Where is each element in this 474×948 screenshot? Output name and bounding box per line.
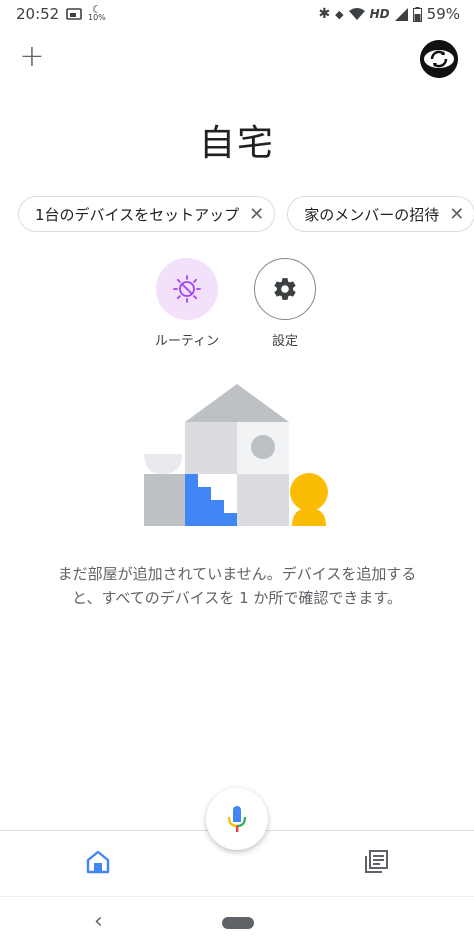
settings-button[interactable]: 設定 <box>240 258 330 349</box>
routine-button[interactable]: ルーティン <box>142 258 232 349</box>
mic-button[interactable] <box>206 788 268 850</box>
settings-label: 設定 <box>271 334 298 349</box>
empty-home-illustration <box>144 384 328 526</box>
wifi-icon <box>348 7 365 20</box>
settings-circle[interactable] <box>254 258 316 320</box>
close-icon[interactable]: ✕ <box>449 204 464 225</box>
system-nav-bar: ‹ <box>0 896 474 948</box>
chip-label: 1台のデバイスをセットアップ <box>35 205 240 224</box>
feed-tab-icon[interactable] <box>362 848 390 876</box>
empty-state-line-2: と、すべてのデバイスを 1 か所で確認できます。 <box>72 589 402 607</box>
close-icon[interactable]: ✕ <box>249 204 264 225</box>
chip-label: 家のメンバーの招待 <box>304 205 440 224</box>
empty-state-line-1: まだ部屋が追加されていません。デバイスを追加する <box>57 565 417 583</box>
data-saver-label: 10% <box>88 13 106 22</box>
empty-state-message: まだ部屋が追加されていません。デバイスを追加する と、すべてのデバイスを 1 か… <box>30 562 444 610</box>
chip-invite-member[interactable]: 家のメンバーの招待 ✕ <box>287 196 474 232</box>
data-saver-icon: ☾ 10% <box>88 3 106 22</box>
status-bar: 20:52 ☾ 10% ✱ ◆ HD 59% <box>0 0 474 30</box>
page-title: 自宅 <box>198 123 275 164</box>
routine-sun-icon <box>173 275 201 303</box>
home-gesture-pill[interactable] <box>222 917 254 929</box>
avatar[interactable] <box>420 40 458 78</box>
screen-cast-icon <box>66 8 82 20</box>
chip-setup-device[interactable]: 1台のデバイスをセットアップ ✕ <box>18 196 276 232</box>
vibrate-icon: ◆ <box>335 7 344 21</box>
home-tab-icon[interactable] <box>84 848 112 876</box>
battery-icon <box>412 6 422 22</box>
status-time: 20:52 <box>16 5 60 23</box>
network-type: HD <box>369 7 390 21</box>
bluetooth-icon: ✱ <box>318 6 331 22</box>
suggestion-chips: 1台のデバイスをセットアップ ✕ 家のメンバーの招待 ✕ <box>18 196 474 232</box>
mic-icon <box>227 806 247 832</box>
signal-icon <box>394 7 408 21</box>
add-icon[interactable]: + <box>17 42 47 72</box>
battery-percent: 59% <box>426 5 460 23</box>
gear-icon <box>274 278 296 300</box>
routine-label: ルーティン <box>154 334 220 349</box>
back-icon[interactable]: ‹ <box>94 909 103 934</box>
routine-circle[interactable] <box>156 258 218 320</box>
